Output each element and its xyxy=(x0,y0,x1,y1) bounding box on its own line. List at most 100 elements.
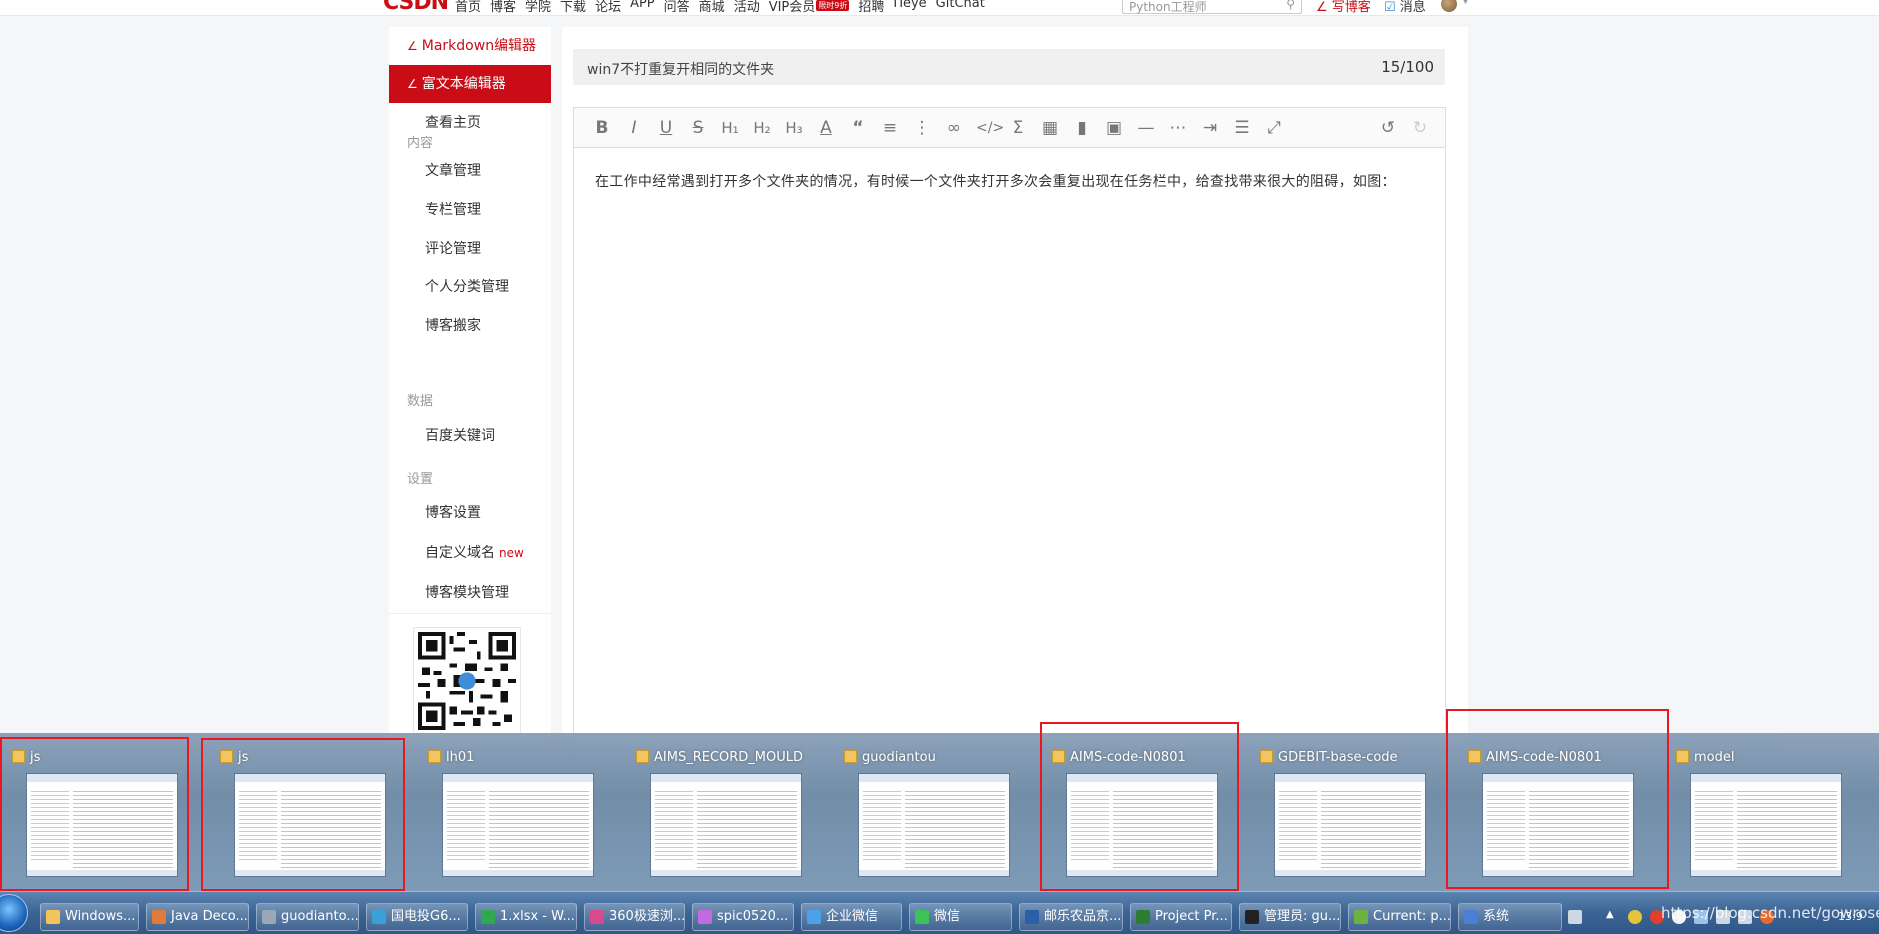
sidebar-item-columns[interactable]: 专栏管理 xyxy=(389,191,551,229)
underline-icon[interactable]: U xyxy=(656,118,676,138)
taskbar-button-label: Java Deco... xyxy=(171,909,248,924)
h3-icon[interactable]: H₃ xyxy=(784,118,804,138)
thumbnail-image xyxy=(1690,773,1842,877)
article-title-input[interactable]: win7不打重复开相同的文件夹 xyxy=(587,59,774,79)
thumbnail-window[interactable]: lh01 xyxy=(416,733,612,891)
code-icon[interactable]: </> xyxy=(976,118,1004,138)
chrome-icon xyxy=(1025,910,1039,924)
taskbar-button[interactable]: Current: p... xyxy=(1348,903,1451,931)
search-input[interactable]: Python工程师 ⚲ xyxy=(1122,0,1302,14)
font-color-icon[interactable]: A xyxy=(816,118,836,138)
sidebar-item-blog-modules[interactable]: 博客模块管理 xyxy=(389,574,551,612)
sidebar-item-blog-settings[interactable]: 博客设置 xyxy=(389,494,551,532)
nav-link-gitchat[interactable]: GitChat xyxy=(936,0,985,15)
avatar[interactable] xyxy=(1441,0,1457,12)
nav-link-qa[interactable]: 问答 xyxy=(664,0,690,15)
taskbar-button[interactable]: Java Deco... xyxy=(146,903,249,931)
taskbar-button[interactable]: 系统 xyxy=(1458,903,1562,931)
ordered-list-icon[interactable]: ≡ xyxy=(880,118,900,138)
sidebar-item-markdown-editor[interactable]: ∠ Markdown编辑器 xyxy=(389,27,551,65)
image-icon[interactable]: ▣ xyxy=(1104,118,1124,138)
taskbar-button[interactable]: Windows... xyxy=(40,903,139,931)
bold-icon[interactable]: B xyxy=(592,118,612,138)
hr-icon[interactable]: — xyxy=(1136,118,1156,138)
italic-icon[interactable]: I xyxy=(624,118,644,138)
sidebar-section-content: 内容 xyxy=(407,136,434,151)
unordered-list-icon[interactable]: ⋮ xyxy=(912,118,932,138)
taskbar-button[interactable]: 1.xlsx - W... xyxy=(475,903,577,931)
wecom-icon xyxy=(807,910,821,924)
thumbnail-window[interactable]: model xyxy=(1664,733,1860,891)
nav-link-events[interactable]: 活动 xyxy=(734,0,760,15)
thumbnail-image xyxy=(650,773,802,877)
sidebar-section-data: 数据 xyxy=(407,394,434,409)
write-blog-link[interactable]: ∠ 写博客 xyxy=(1316,0,1371,15)
search-icon[interactable]: ⚲ xyxy=(1286,0,1295,11)
security-icon[interactable] xyxy=(1628,910,1642,924)
article-title-bar[interactable]: win7不打重复开相同的文件夹 15/100 xyxy=(573,49,1445,85)
undo-icon[interactable]: ↺ xyxy=(1378,118,1398,138)
sidebar-item-baidu-keywords[interactable]: 百度关键词 xyxy=(389,417,551,455)
taskbar-button[interactable]: spic0520... xyxy=(692,903,794,931)
taskbar-button[interactable]: 企业微信 xyxy=(801,903,902,931)
thumbnail-title: GDEBIT-base-code xyxy=(1260,750,1398,765)
folder-icon xyxy=(428,750,441,763)
sidebar-item-comments[interactable]: 评论管理 xyxy=(389,230,551,268)
thumbnail-title: model xyxy=(1676,750,1734,765)
nav-link-download[interactable]: 下载 xyxy=(560,0,586,15)
taskbar-button[interactable]: 国电投G6... xyxy=(366,903,468,931)
csdn-logo[interactable]: CSDN xyxy=(383,0,449,15)
table-icon[interactable]: ▦ xyxy=(1040,118,1060,138)
tray-expand-icon[interactable]: ▲ xyxy=(1606,909,1620,923)
nav-link-forum[interactable]: 论坛 xyxy=(595,0,621,15)
formula-icon[interactable]: Σ xyxy=(1008,118,1028,138)
redo-icon[interactable]: ↻ xyxy=(1410,118,1430,138)
nav-link-iteye[interactable]: ITeye xyxy=(893,0,926,15)
nav-link-vip[interactable]: VIP会员 限时9折 xyxy=(769,0,850,15)
chevron-down-icon[interactable]: ▼ xyxy=(1462,0,1469,6)
sidebar-item-rich-text-editor[interactable]: ∠ 富文本编辑器 xyxy=(389,65,551,103)
taskbar-button[interactable]: Project Pr... xyxy=(1130,903,1232,931)
pagebreak-icon[interactable]: ⋯ xyxy=(1168,118,1188,138)
thumbnail-window[interactable]: AIMS_RECORD_MOULD xyxy=(624,733,820,891)
nav-link-app[interactable]: APP xyxy=(630,0,655,15)
strikethrough-icon[interactable]: S xyxy=(688,118,708,138)
list-icon[interactable]: ☰ xyxy=(1232,118,1252,138)
sidebar-item-articles[interactable]: 文章管理 xyxy=(389,152,551,190)
taskbar-thumbnail-preview: js js lh01 AIMS_RECORD_MOULD guodiantou … xyxy=(0,709,1879,891)
nav-link-academy[interactable]: 学院 xyxy=(525,0,551,15)
sidebar-item-custom-domain[interactable]: 自定义域名 new xyxy=(389,534,551,572)
link-icon[interactable]: ∞ xyxy=(944,118,964,138)
taskbar-button[interactable]: 管理员: gu... xyxy=(1239,903,1341,931)
sidebar-item-blog-move[interactable]: 博客搬家 xyxy=(389,307,551,345)
h2-icon[interactable]: H₂ xyxy=(752,118,772,138)
app-icon xyxy=(698,910,712,924)
chart-icon[interactable]: ▮ xyxy=(1072,118,1092,138)
gear-icon xyxy=(262,910,276,924)
sidebar-section-settings: 设置 xyxy=(407,472,434,487)
nav-link-blog[interactable]: 博客 xyxy=(490,0,516,15)
thumbnail-window[interactable]: guodiantou xyxy=(832,733,1028,891)
taskbar-button-label: guodianto... xyxy=(281,909,359,924)
taskbar-button[interactable]: 360极速浏... xyxy=(584,903,685,931)
start-button[interactable] xyxy=(0,894,28,932)
taskbar-button[interactable]: 邮乐农品京... xyxy=(1019,903,1123,931)
thumbnail-window[interactable]: GDEBIT-base-code xyxy=(1248,733,1444,891)
taskbar-button[interactable]: 微信 xyxy=(909,903,1012,931)
rich-text-editor: B I U S H₁ H₂ H₃ A “ ≡ ⋮ ∞ </> Σ ▦ ▮ ▣ —… xyxy=(573,107,1446,767)
nav-link-home[interactable]: 首页 xyxy=(455,0,481,15)
keyboard-icon[interactable] xyxy=(1568,910,1582,924)
fullscreen-icon[interactable]: ⤢ xyxy=(1264,118,1284,138)
sidebar-item-categories[interactable]: 个人分类管理 xyxy=(389,268,551,306)
indent-icon[interactable]: ⇥ xyxy=(1200,118,1220,138)
h1-icon[interactable]: H₁ xyxy=(720,118,740,138)
messages-link[interactable]: ☑ 消息 xyxy=(1384,0,1426,15)
taskbar-button[interactable]: guodianto... xyxy=(256,903,359,931)
editor-body-text[interactable]: 在工作中经常遇到打开多个文件夹的情况，有时候一个文件夹打开多次会重复出现在任务栏… xyxy=(595,171,1396,191)
qr-code-image xyxy=(418,632,516,730)
taskbar-button-label: 系统 xyxy=(1483,909,1510,924)
quote-icon[interactable]: “ xyxy=(848,118,868,138)
pen-icon: ∠ xyxy=(407,77,418,91)
nav-link-mall[interactable]: 商城 xyxy=(699,0,725,15)
nav-link-jobs[interactable]: 招聘 xyxy=(858,0,884,15)
